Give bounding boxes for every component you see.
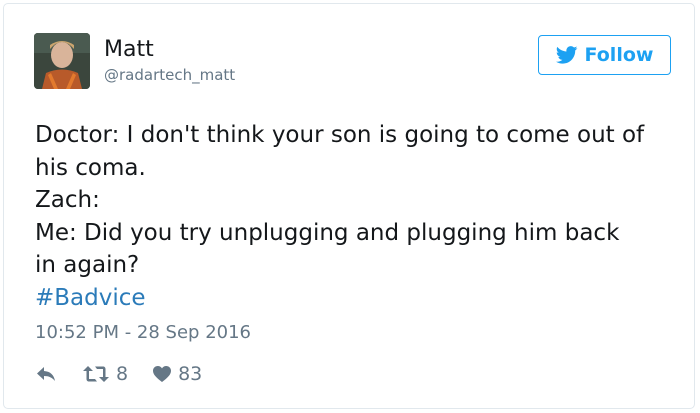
like-button[interactable]: 83 — [152, 363, 202, 385]
tweet-line: Zach: — [35, 187, 100, 213]
reply-button[interactable] — [36, 366, 56, 382]
tweet-line: his coma. — [35, 154, 146, 181]
tweet-actions: 8 83 — [36, 362, 202, 386]
tweet-line: Doctor: I don't think your son is going … — [35, 122, 645, 148]
tweet-timestamp[interactable]: 10:52 PM - 28 Sep 2016 — [35, 321, 251, 345]
avatar-image — [34, 33, 90, 89]
tweet-line: in again? — [35, 252, 140, 278]
avatar[interactable] — [34, 33, 90, 89]
tweet-line: Me: Did you try unplugging and plugging … — [35, 219, 620, 246]
retweet-count: 8 — [116, 363, 129, 385]
follow-button[interactable]: Follow — [538, 35, 671, 75]
tweet-card: Matt @radartech_matt Follow Doctor: I do… — [3, 3, 695, 409]
heart-icon — [153, 366, 172, 382]
user-handle[interactable]: @radartech_matt — [104, 66, 235, 84]
follow-button-label: Follow — [584, 44, 654, 66]
retweet-button[interactable]: 8 — [82, 363, 128, 385]
like-count: 83 — [178, 363, 203, 385]
twitter-bird-icon — [555, 46, 577, 64]
hashtag-link[interactable]: #Badvice — [35, 282, 680, 315]
user-name[interactable]: Matt — [104, 37, 154, 63]
reply-icon — [37, 367, 55, 381]
tweet-text: Doctor: I don't think your son is going … — [35, 119, 680, 314]
retweet-icon — [83, 366, 109, 382]
